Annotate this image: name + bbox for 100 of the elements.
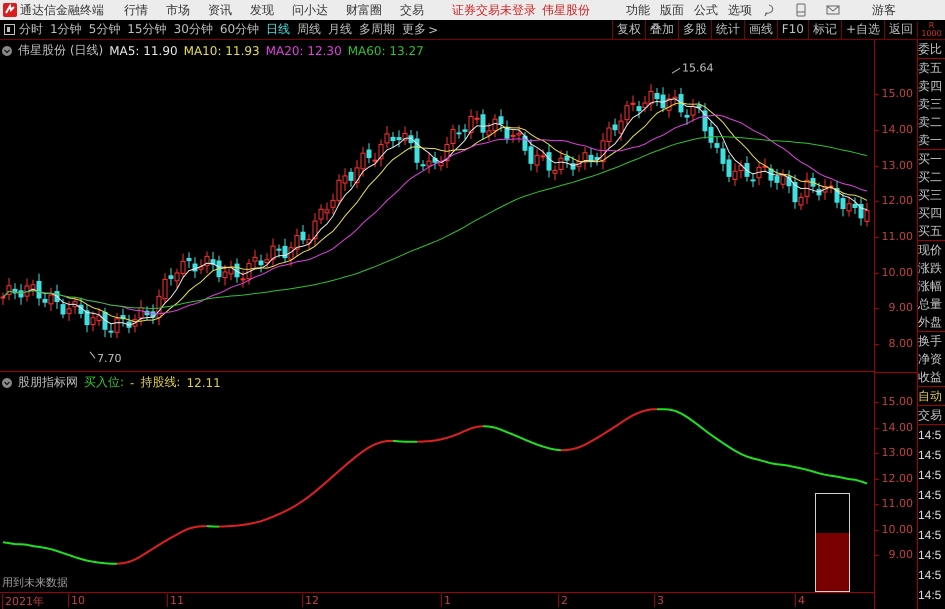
quote-label: 净资 (918, 351, 943, 368)
menu-item[interactable]: 版面 (660, 2, 684, 18)
period-tab[interactable]: 30分钟 (174, 21, 213, 38)
period-tab[interactable]: 日线 (266, 21, 290, 38)
trade-mode[interactable]: 自动 (918, 387, 945, 406)
quote-label: 委比 (918, 41, 943, 58)
toolbar-button[interactable]: 多股 (678, 20, 711, 39)
period-tab[interactable]: 月线 (328, 21, 352, 38)
axis-label: 4 (795, 594, 805, 607)
axis-label: 14.00 (882, 420, 913, 434)
leader-line (90, 351, 96, 359)
menu-item[interactable]: 财富圈 (346, 2, 382, 18)
collapse-icon[interactable] (2, 378, 12, 388)
trade-time: 14:5 (918, 427, 942, 444)
quote-label: 卖二 (918, 114, 943, 131)
quote-label: 换手 (918, 333, 943, 350)
quote-label: 买五 (918, 223, 943, 240)
badge-text: 1000 (921, 30, 942, 38)
trade-time: 14:5 (918, 527, 942, 544)
app-logo-icon (3, 3, 17, 17)
mail-icon[interactable] (826, 3, 840, 17)
indicator-title: 股朋指标网 (18, 374, 78, 391)
axis-label: 12.00 (882, 194, 913, 208)
period-tab[interactable]: 1分钟 (50, 21, 82, 38)
menu-item[interactable]: 行情 (124, 2, 148, 18)
period-tab[interactable]: 周线 (297, 21, 322, 38)
quote-label: 卖五 (918, 60, 943, 77)
toolbar-button[interactable]: 统计 (710, 20, 744, 39)
badge-text: R (928, 22, 934, 30)
menu-item[interactable]: 资讯 (208, 2, 232, 18)
axis-label: 11.00 (882, 497, 913, 510)
panel-toggle-icon[interactable] (4, 24, 15, 35)
menu-item[interactable]: 交易 (400, 2, 424, 18)
axis-label: 11 (167, 594, 184, 607)
app-title: 通达信金融终端 (20, 2, 104, 18)
quote-label: 买一 (918, 151, 943, 168)
quote-label: 买三 (918, 187, 943, 204)
axis-label: 2021年 (2, 594, 44, 609)
axis-label: 13.00 (882, 158, 913, 172)
quote-label: 买四 (918, 205, 943, 222)
high-price-label: 15.64 (682, 61, 714, 74)
quote-label: 总量 (918, 296, 943, 313)
trade-time: 14:5 (918, 547, 942, 564)
trade-time: 14:5 (918, 467, 942, 484)
trade-time: 14:5 (918, 507, 942, 524)
period-tab[interactable]: 多周期 (359, 21, 396, 38)
axis-label: 12.00 (882, 472, 913, 484)
axis-label: 10.00 (882, 522, 913, 536)
more-menu[interactable]: 更多 (402, 21, 426, 38)
period-tab[interactable]: 15分钟 (127, 21, 167, 38)
axis-label: 9.00 (888, 301, 913, 314)
indicator-value: 12.11 (186, 376, 221, 390)
quote-label: 外盘 (918, 314, 943, 331)
period-tab[interactable]: 5分钟 (88, 21, 120, 38)
axis-label: 3 (654, 594, 664, 607)
trade-title: 交易 (918, 406, 945, 425)
menu-item[interactable]: 选项 (728, 2, 752, 18)
trade-time: 14:5 (918, 447, 942, 464)
menu-item[interactable]: 发现 (250, 2, 274, 18)
toolbar-button[interactable]: 标记 (808, 20, 841, 39)
indicator-label: 买入位: (84, 374, 124, 391)
axis-label: 13.00 (882, 446, 913, 459)
axis-label: 8.00 (888, 337, 913, 350)
toolbar-button[interactable]: +自选 (840, 20, 884, 39)
collapse-icon[interactable] (2, 46, 12, 56)
axis-label: 15.00 (882, 87, 913, 100)
quote-label: 买二 (918, 169, 943, 186)
indicator-value: MA5: 11.90 (109, 44, 178, 58)
trade-time: 14:5 (918, 487, 942, 504)
more-arrow[interactable]: > (428, 22, 438, 36)
toolbar-button[interactable]: F10 (776, 20, 808, 39)
menu-item[interactable]: 市场 (166, 2, 190, 18)
toolbar-button[interactable]: 复权 (612, 20, 645, 39)
axis-label: 10.00 (882, 266, 913, 279)
chat-bubble-icon[interactable] (762, 3, 776, 17)
note-text: 用到未来数据 (2, 575, 68, 590)
axis-label: 2 (558, 594, 568, 607)
login-status[interactable]: 证券交易未登录 (452, 2, 536, 18)
phone-icon[interactable] (794, 3, 808, 17)
low-price-label: 7.70 (97, 352, 122, 365)
axis-label: 9.00 (888, 548, 913, 561)
indicator-value: - (130, 376, 134, 390)
menu-item[interactable]: 功能 (626, 2, 650, 18)
trade-time: 14:5 (918, 587, 942, 604)
indicator-label: 持股线: (140, 374, 180, 391)
quote-label: 涨幅 (918, 278, 943, 295)
quote-label: 涨跌 (918, 260, 943, 277)
period-tab[interactable]: 60分钟 (220, 21, 260, 38)
toolbar-button[interactable]: 画线 (744, 20, 777, 39)
menu-item[interactable]: 公式 (694, 2, 718, 18)
toolbar-button[interactable]: 返回 (884, 20, 917, 39)
quote-label: 现价 (918, 242, 943, 259)
axis-label: 10 (68, 594, 85, 607)
axis-label: 11.00 (882, 230, 913, 243)
user-label[interactable]: 游客 (872, 2, 896, 18)
period-tab[interactable]: 分时 (19, 21, 43, 38)
leader-line (672, 68, 680, 74)
quote-label: 卖一 (918, 132, 943, 149)
toolbar-button[interactable]: 叠加 (644, 20, 678, 39)
menu-item[interactable]: 问小达 (292, 2, 328, 18)
